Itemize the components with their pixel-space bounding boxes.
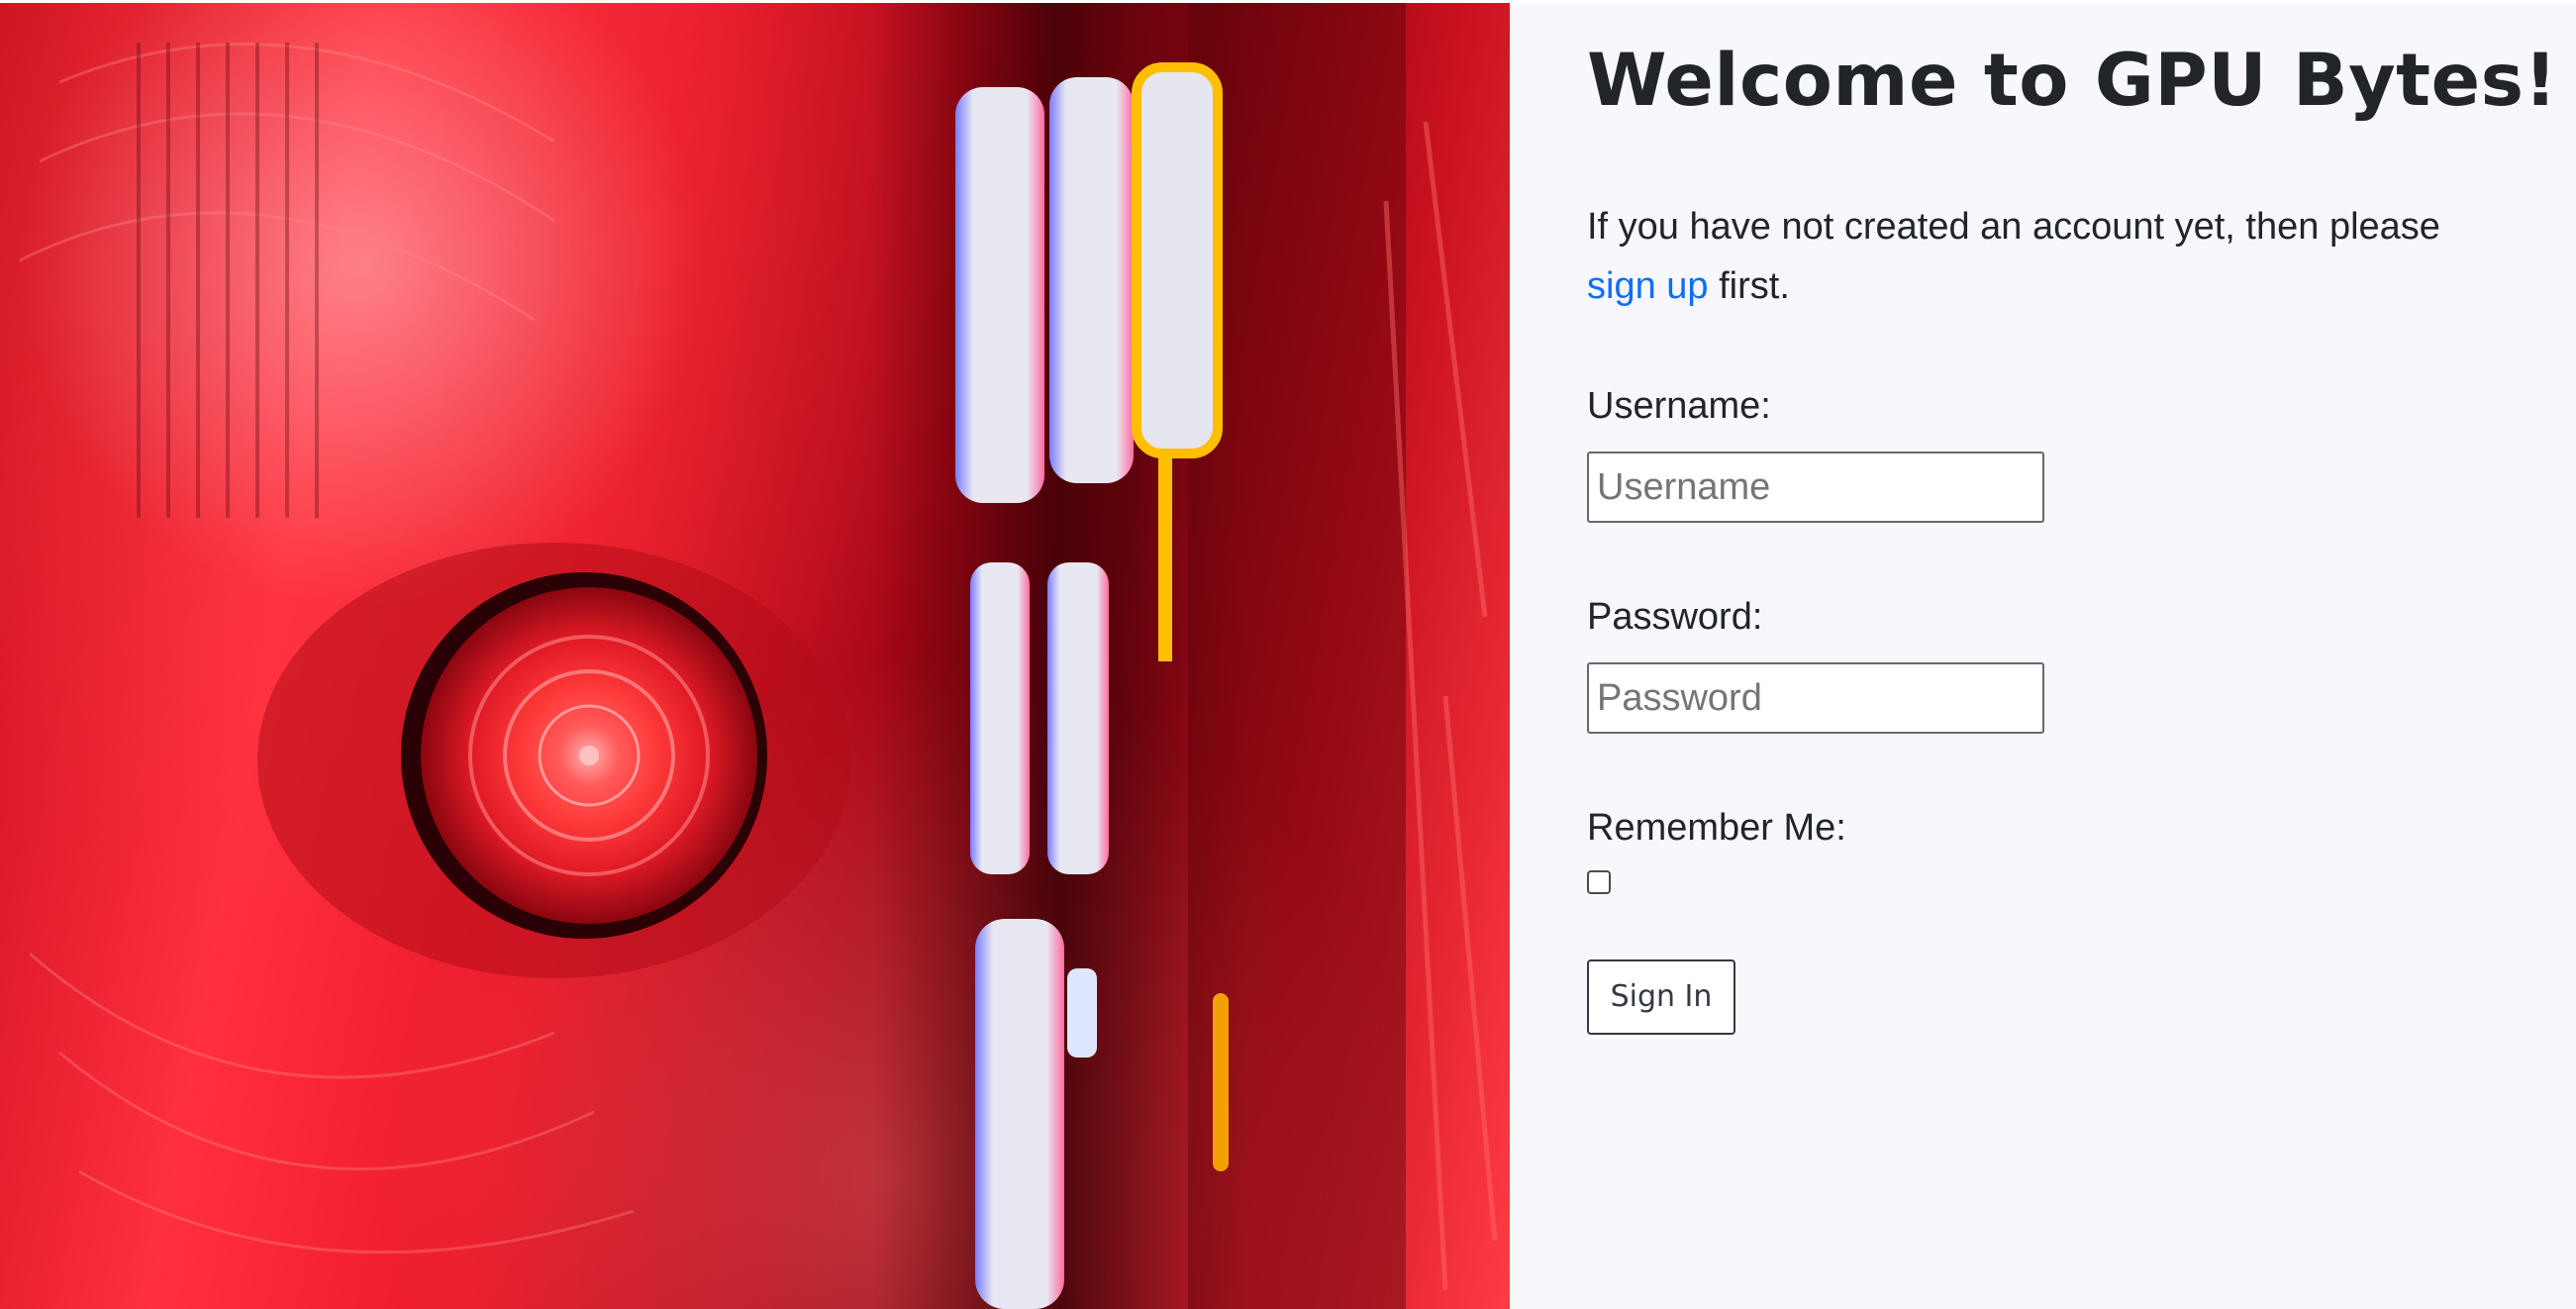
hero-image [0, 3, 1510, 1309]
sign-up-link[interactable]: sign up [1587, 265, 1709, 307]
remember-me-label: Remember Me: [1587, 807, 1846, 849]
sign-in-button[interactable]: Sign In [1587, 959, 1735, 1035]
signup-prompt-suffix: first. [1708, 265, 1790, 307]
signup-prompt: If you have not created an account yet, … [1587, 197, 2478, 316]
login-panel: Welcome to GPU Bytes! If you have not cr… [1510, 3, 2576, 1309]
fan-illustration [19, 3, 1498, 1309]
username-label: Username: [1587, 385, 1771, 427]
page-title: Welcome to GPU Bytes! [1587, 39, 2558, 123]
remember-me-checkbox[interactable] [1587, 870, 1611, 894]
password-label: Password: [1587, 596, 1763, 638]
password-input[interactable] [1587, 662, 2044, 734]
username-input[interactable] [1587, 452, 2044, 523]
signup-prompt-text: If you have not created an account yet, … [1587, 206, 2440, 248]
